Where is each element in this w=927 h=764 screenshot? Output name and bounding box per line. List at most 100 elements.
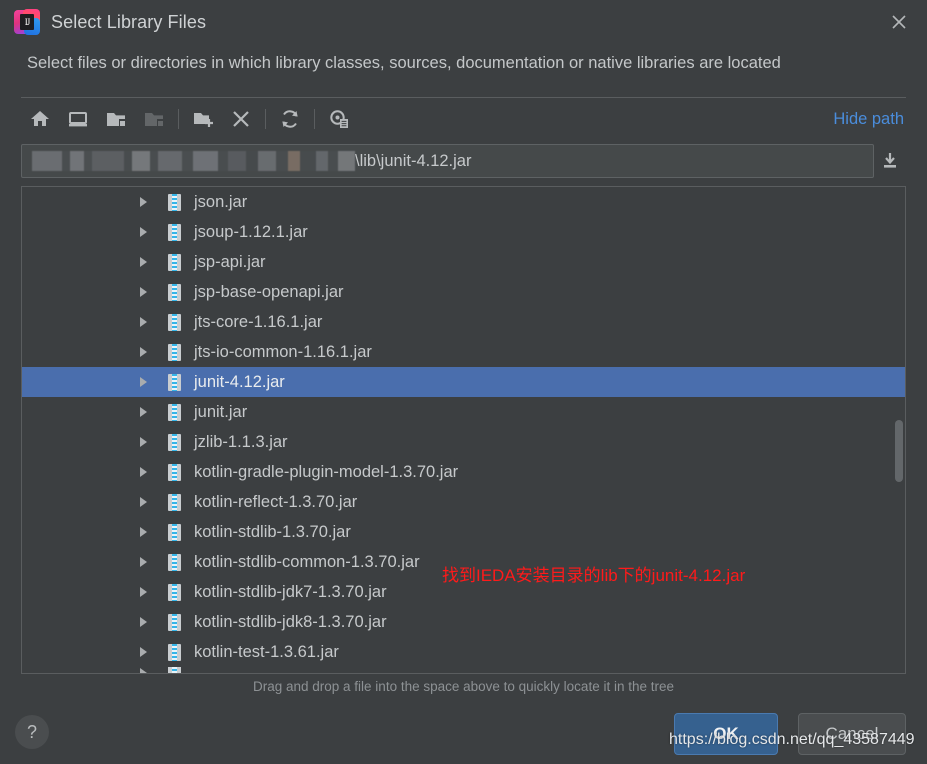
jar-file-icon [168, 253, 181, 271]
tree-row-label: kotlin-stdlib-1.3.70.jar [194, 522, 351, 541]
tree-row-label: junit-4.12.jar [194, 372, 285, 391]
tree-row[interactable]: jsp-api.jar [22, 247, 905, 277]
dialog-description: Select files or directories in which lib… [27, 54, 781, 72]
tree-row-label: jsp-api.jar [194, 252, 266, 271]
tree-row[interactable]: kotlin-stdlib-1.3.70.jar [22, 517, 905, 547]
jar-file-icon [168, 613, 181, 631]
path-input-value: \lib\junit-4.12.jar [355, 151, 472, 170]
expand-arrow-icon[interactable] [135, 487, 151, 517]
tree-row[interactable]: kotlin-stdlib-jdk8-1.3.70.jar [22, 607, 905, 637]
expand-arrow-icon[interactable] [135, 187, 151, 217]
jar-file-icon [168, 403, 181, 421]
tree-row[interactable]: jts-core-1.16.1.jar [22, 307, 905, 337]
tree-row-label: kotlin-stdlib-jdk7-1.3.70.jar [194, 582, 387, 601]
tree-row[interactable]: junit.jar [22, 397, 905, 427]
ok-button[interactable]: OK [674, 713, 778, 755]
intellij-logo-icon: IJ [14, 9, 40, 35]
desktop-icon[interactable] [59, 102, 97, 136]
dialog-title: Select Library Files [51, 11, 207, 32]
tree-row-label: jzlib-1.1.3.jar [194, 432, 288, 451]
expand-arrow-icon[interactable] [135, 547, 151, 577]
expand-arrow-icon[interactable] [135, 307, 151, 337]
close-icon[interactable] [871, 0, 927, 44]
expand-arrow-icon[interactable] [135, 457, 151, 487]
tree-row-label: jsp-base-openapi.jar [194, 282, 344, 301]
new-folder-icon[interactable] [184, 102, 222, 136]
tree-row-label: jts-core-1.16.1.jar [194, 312, 323, 331]
folder-open-icon[interactable] [97, 102, 135, 136]
expand-arrow-icon[interactable] [135, 397, 151, 427]
jar-file-icon [168, 667, 181, 673]
tree-row[interactable]: kotlin-stdlib-jdk7-1.3.70.jar [22, 577, 905, 607]
help-button[interactable]: ? [15, 715, 49, 749]
jar-file-icon [168, 283, 181, 301]
file-tree-scrollbar[interactable] [893, 188, 904, 673]
expand-arrow-icon[interactable] [135, 427, 151, 457]
path-row: \lib\junit-4.12.jar [21, 144, 906, 178]
jar-file-icon [168, 493, 181, 511]
jar-file-icon [168, 553, 181, 571]
file-chooser-toolbar: Hide path [21, 100, 906, 138]
tree-row[interactable]: jzlib-1.1.3.jar [22, 427, 905, 457]
cancel-button[interactable]: Cancel [798, 713, 906, 755]
hide-path-link[interactable]: Hide path [833, 110, 906, 129]
jar-file-icon [168, 313, 181, 331]
tree-row-label: kotlin-stdlib-jdk8-1.3.70.jar [194, 612, 387, 631]
expand-arrow-icon[interactable] [135, 277, 151, 307]
toolbar-separator [265, 109, 266, 129]
scrollbar-thumb[interactable] [895, 420, 903, 482]
tree-row-label: json.jar [194, 192, 248, 211]
toolbar-separator [314, 109, 315, 129]
download-icon[interactable] [874, 144, 906, 178]
jar-file-icon [168, 433, 181, 451]
jar-file-icon [168, 343, 181, 361]
tree-row-label: kotlin-gradle-plugin-model-1.3.70.jar [194, 462, 459, 481]
tree-row-label: jsoup-1.12.1.jar [194, 222, 308, 241]
tree-row-label: kotlin-reflect-1.3.70.jar [194, 492, 358, 511]
jar-file-icon [168, 583, 181, 601]
tree-row[interactable]: kotlin-stdlib-common-1.3.70.jar [22, 547, 905, 577]
tree-row[interactable]: junit-4.12.jar [22, 367, 905, 397]
tree-row[interactable]: kotlin-reflect-1.3.70.jar [22, 487, 905, 517]
tree-row-label: junit.jar [194, 402, 248, 421]
select-library-files-dialog: IJ Select Library Files Select files or … [0, 0, 927, 764]
logo-monogram: IJ [20, 14, 34, 30]
file-tree-viewport: json.jar jsoup-1.12.1.jar jsp-api.jar jsp-b… [22, 187, 905, 673]
tree-row[interactable]: kotlin-gradle-plugin-model-1.3.70.jar [22, 457, 905, 487]
expand-arrow-icon[interactable] [135, 367, 151, 397]
expand-arrow-icon[interactable] [135, 577, 151, 607]
delete-icon[interactable] [222, 102, 260, 136]
drag-drop-hint: Drag and drop a file into the space abov… [252, 679, 674, 694]
jar-file-icon [168, 463, 181, 481]
header-divider [21, 97, 906, 98]
tree-row-label: jts-io-common-1.16.1.jar [194, 342, 372, 361]
tree-row[interactable]: jsp-base-openapi.jar [22, 277, 905, 307]
home-icon[interactable] [21, 102, 59, 136]
dialog-title-bar: IJ Select Library Files [0, 0, 927, 44]
expand-arrow-icon[interactable] [135, 607, 151, 637]
tree-row[interactable]: kotlin-test-1.3.61.jar [22, 637, 905, 667]
jar-file-icon [168, 523, 181, 541]
toolbar-separator [178, 109, 179, 129]
path-input[interactable]: \lib\junit-4.12.jar [21, 144, 874, 178]
expand-arrow-icon[interactable] [135, 637, 151, 667]
tree-row[interactable]: jts-io-common-1.16.1.jar [22, 337, 905, 367]
refresh-icon[interactable] [271, 102, 309, 136]
jar-file-icon [168, 193, 181, 211]
tree-row[interactable]: jsoup-1.12.1.jar [22, 217, 905, 247]
jar-file-icon [168, 223, 181, 241]
folder-module-icon[interactable] [135, 102, 173, 136]
tree-row[interactable]: json.jar [22, 187, 905, 217]
expand-arrow-icon[interactable] [135, 217, 151, 247]
expand-arrow-icon[interactable] [135, 517, 151, 547]
show-hidden-icon[interactable] [320, 102, 358, 136]
jar-file-icon [168, 373, 181, 391]
tree-row[interactable] [22, 667, 905, 673]
tree-row-label: kotlin-test-1.3.61.jar [194, 642, 339, 661]
tree-row-label: kotlin-stdlib-common-1.3.70.jar [194, 552, 420, 571]
redacted-path-prefix [32, 151, 355, 171]
expand-arrow-icon[interactable] [135, 247, 151, 277]
expand-arrow-icon[interactable] [135, 667, 151, 673]
file-tree[interactable]: json.jar jsoup-1.12.1.jar jsp-api.jar jsp-b… [21, 186, 906, 674]
expand-arrow-icon[interactable] [135, 337, 151, 367]
